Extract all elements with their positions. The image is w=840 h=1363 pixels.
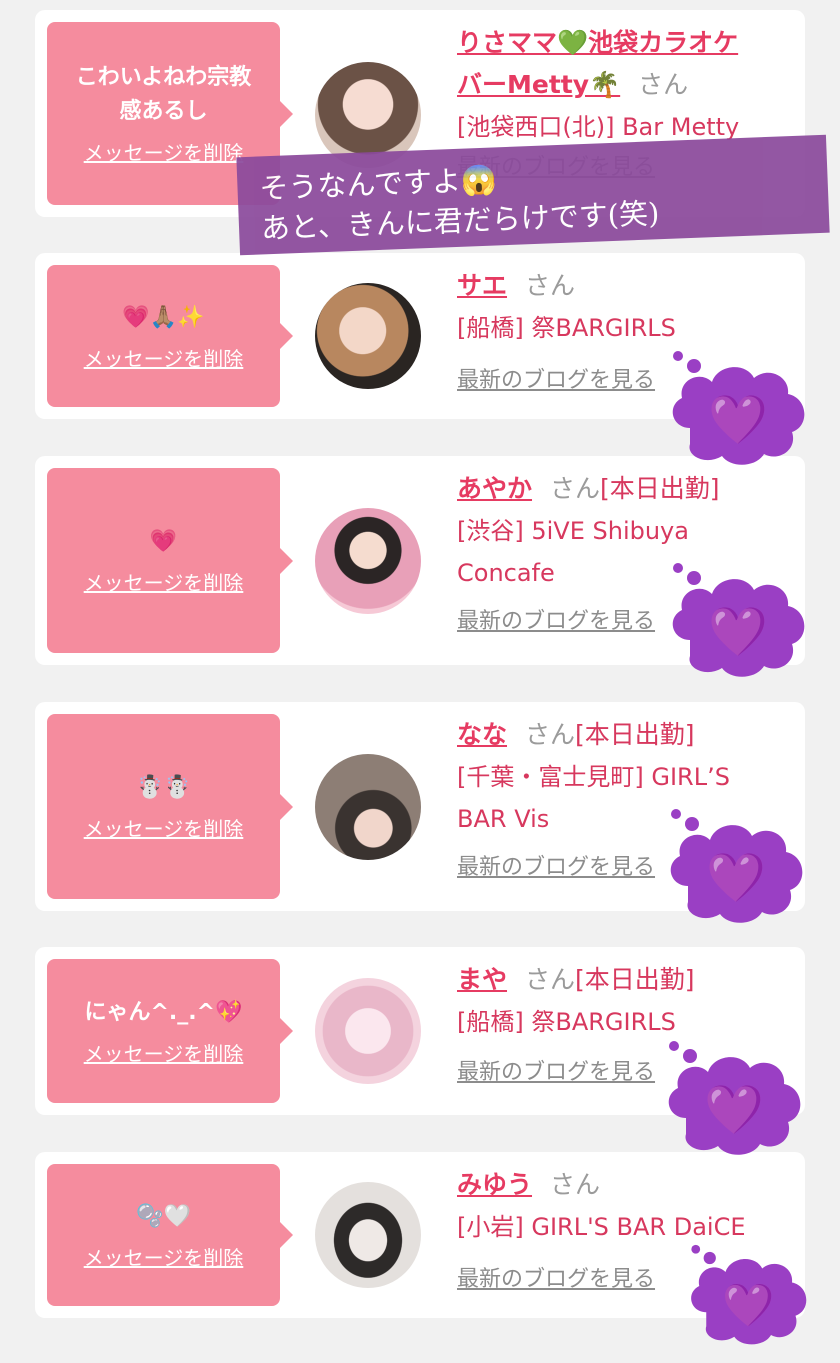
avatar[interactable] [315, 508, 421, 614]
purple-heart-icon: 💜 [708, 392, 768, 448]
delete-message-link[interactable]: メッセージを削除 [84, 1038, 244, 1067]
heart-cloud-sticker: 💜 [670, 809, 803, 923]
message-line: 感あるし [119, 99, 208, 124]
message-text: ☃️☃️ [136, 775, 191, 800]
heart-cloud-sticker: 💜 [672, 351, 805, 465]
profile-name-link[interactable]: バーMetty🌴 [457, 70, 620, 99]
avatar[interactable] [315, 1182, 421, 1288]
shop-line: Concafe [457, 559, 555, 587]
shop-info: [船橋] 祭BARGIRLS [457, 1008, 676, 1036]
heart-cloud-sticker: 💜 [672, 563, 805, 677]
shop-line: [渋谷] 5iVE Shibuya [457, 517, 689, 545]
name-line: まや さん[本日出勤] [457, 959, 795, 1001]
message-text: にゃん^._.^💖 [84, 999, 243, 1025]
delete-message-link[interactable]: メッセージを削除 [84, 137, 244, 166]
profile-name-link[interactable]: みゆう [457, 1170, 532, 1199]
message-bubble: 💗🙏🏽✨ メッセージを削除 [47, 265, 293, 407]
status-badge: [本日出勤] [575, 965, 695, 994]
honorific: さん [550, 1170, 601, 1199]
honorific: さん [550, 474, 601, 503]
avatar[interactable] [315, 283, 421, 389]
honorific: さん [638, 70, 689, 99]
delete-message-link[interactable]: メッセージを削除 [84, 1242, 244, 1271]
name-line: サエ さん [457, 265, 795, 307]
honorific: さん [525, 965, 576, 994]
honorific: さん [525, 720, 576, 749]
message-bubble: にゃん^._.^💖 メッセージを削除 [47, 959, 293, 1103]
avatar[interactable] [315, 754, 421, 860]
message-bubble: 💗 メッセージを削除 [47, 468, 293, 653]
avatar[interactable] [315, 978, 421, 1084]
message-line: こわいよねわ宗教 [75, 65, 252, 90]
profile-name-link[interactable]: サエ [457, 271, 507, 300]
shop-line: BAR Vis [457, 805, 550, 833]
message-bubble: ☃️☃️ メッセージを削除 [47, 714, 293, 899]
status-badge: [本日出勤] [575, 720, 695, 749]
message-text: 💗🙏🏽✨ [122, 304, 205, 330]
name-line: みゆう さん [457, 1164, 795, 1206]
shop-line: [千葉・富士見町] GIRL’S [457, 763, 730, 791]
delete-message-link[interactable]: メッセージを削除 [84, 343, 244, 372]
shop-info: [船橋] 祭BARGIRLS [457, 314, 676, 342]
purple-heart-icon: 💜 [704, 1082, 764, 1138]
name-line: りさママ💚池袋カラオケ バーMetty🌴 さん [457, 22, 795, 106]
message-text: 🫧🤍 [136, 1203, 191, 1229]
name-line: なな さん[本日出勤] [457, 714, 795, 756]
purple-heart-icon: 💜 [706, 850, 766, 906]
purple-heart-icon: 💜 [722, 1280, 775, 1329]
message-bubble: 🫧🤍 メッセージを削除 [47, 1164, 293, 1306]
message-text: こわいよねわ宗教 感あるし [64, 61, 264, 129]
heart-cloud-sticker: 💜 [691, 1244, 807, 1345]
profile-name-link[interactable]: りさママ💚池袋カラオケ [457, 28, 738, 57]
honorific: さん [525, 271, 576, 300]
purple-heart-icon: 💜 [708, 604, 768, 660]
profile-name-link[interactable]: なな [457, 720, 507, 749]
status-badge: [本日出勤] [600, 474, 720, 503]
message-text: 💗 [149, 529, 178, 554]
heart-cloud-sticker: 💜 [668, 1041, 801, 1155]
delete-message-link[interactable]: メッセージを削除 [84, 567, 244, 596]
delete-message-link[interactable]: メッセージを削除 [84, 813, 244, 842]
profile-name-link[interactable]: あやか [457, 474, 532, 503]
profile-name-link[interactable]: まや [457, 965, 507, 994]
shop-info: [小岩] GIRL'S BAR DaiCE [457, 1213, 746, 1241]
